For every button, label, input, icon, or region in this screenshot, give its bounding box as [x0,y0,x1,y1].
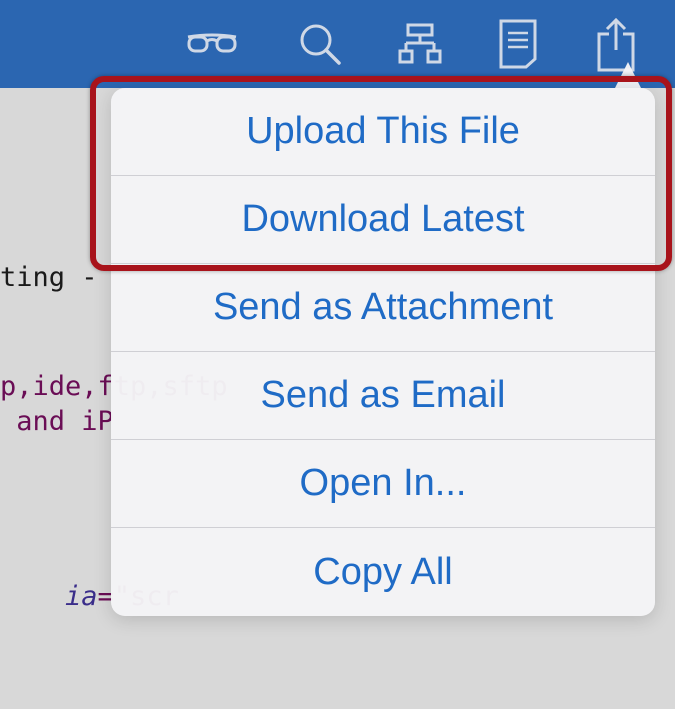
popover-caret [615,62,641,88]
open-in-button[interactable]: Open In... [111,440,655,528]
send-as-attachment-button[interactable]: Send as Attachment [111,264,655,352]
search-icon[interactable] [290,14,350,74]
document-icon[interactable] [488,14,548,74]
code-line: and iP [0,406,114,437]
share-menu-popover: Upload This File Download Latest Send as… [111,88,655,616]
code-attr: ia [65,581,98,612]
code-line: ting - [0,262,114,293]
send-as-email-button[interactable]: Send as Email [111,352,655,440]
glasses-icon[interactable] [182,14,242,74]
download-latest-button[interactable]: Download Latest [111,176,655,264]
toolbar [0,0,675,88]
upload-this-file-button[interactable]: Upload This File [111,88,655,176]
copy-all-button[interactable]: Copy All [111,528,655,616]
hierarchy-icon[interactable] [390,14,450,74]
